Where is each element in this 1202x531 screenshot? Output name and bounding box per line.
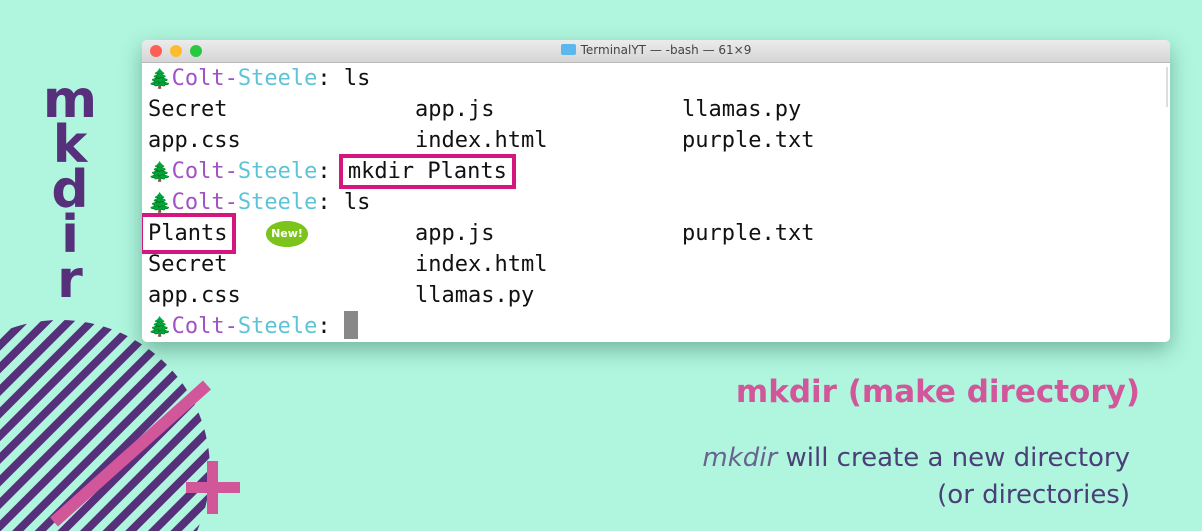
file-name: purple.txt [682, 128, 815, 153]
folder-icon [560, 44, 576, 55]
prompt-host: Steele [237, 314, 318, 339]
file-name: purple.txt [682, 221, 815, 246]
prompt-line: 🌲Colt-Steele: mkdir Plants [148, 154, 516, 189]
pine-tree-icon: 🌲 [148, 161, 172, 183]
desc-line2: (or directories) [937, 480, 1130, 510]
command: mkdir Plants [338, 154, 516, 189]
window-title: TerminalYT — -bash — 61×9 [142, 43, 1170, 57]
prompt-user: Colt- [171, 314, 238, 339]
prompt-line: 🌲Colt-Steele: [148, 311, 358, 342]
striped-circle [0, 320, 210, 531]
vertical-title: m k d i r [40, 74, 100, 310]
terminal-window[interactable]: TerminalYT — -bash — 61×9 🌲Colt-Steele: … [142, 40, 1170, 342]
prompt-host: Steele [237, 190, 318, 215]
prompt-separator: : [317, 190, 344, 215]
prompt-separator: : [317, 66, 344, 91]
desc-text: will create a new directory [777, 443, 1130, 473]
prompt-separator: : [317, 159, 344, 184]
slide-description: mkdir will create a new directory (or di… [702, 440, 1130, 514]
file-name: app.css [148, 283, 241, 308]
file-name: index.html [415, 252, 548, 277]
cursor[interactable] [343, 311, 358, 339]
prompt-host: Steele [237, 159, 318, 184]
command: ls [343, 66, 371, 91]
window-title-text: TerminalYT — -bash — 61×9 [580, 43, 752, 57]
prompt-user: Colt- [171, 159, 238, 184]
prompt-separator: : [317, 314, 344, 339]
prompt-host: Steele [237, 66, 318, 91]
terminal-output[interactable]: 🌲Colt-Steele: ls Secret app.js llamas.py app… [142, 63, 1170, 342]
pine-tree-icon: 🌲 [148, 316, 172, 338]
file-name: llamas.py [415, 283, 535, 308]
pine-tree-icon: 🌲 [148, 192, 172, 214]
pine-tree-icon: 🌲 [148, 68, 172, 90]
prompt-line: 🌲Colt-Steele: ls [148, 63, 370, 94]
prompt-user: Colt- [171, 190, 238, 215]
file-name: llamas.py [682, 97, 802, 122]
desc-command: mkdir [702, 443, 778, 473]
prompt-line: 🌲Colt-Steele: ls [148, 187, 370, 218]
scrollbar[interactable] [1166, 67, 1168, 107]
prompt-user: Colt- [171, 66, 238, 91]
new-badge: New! [266, 221, 308, 247]
file-name: Plants [142, 213, 237, 254]
file-name: index.html [415, 128, 548, 153]
file-name: Secret [148, 97, 228, 122]
slide-heading: mkdir (make directory) [735, 374, 1140, 410]
title-bar[interactable]: TerminalYT — -bash — 61×9 [142, 40, 1170, 63]
command: ls [343, 190, 371, 215]
title-letter: r [57, 250, 83, 310]
file-name: app.js [415, 97, 495, 122]
file-name: app.js [415, 221, 495, 246]
file-name: Secret [148, 252, 228, 277]
file-name: app.css [148, 128, 241, 153]
